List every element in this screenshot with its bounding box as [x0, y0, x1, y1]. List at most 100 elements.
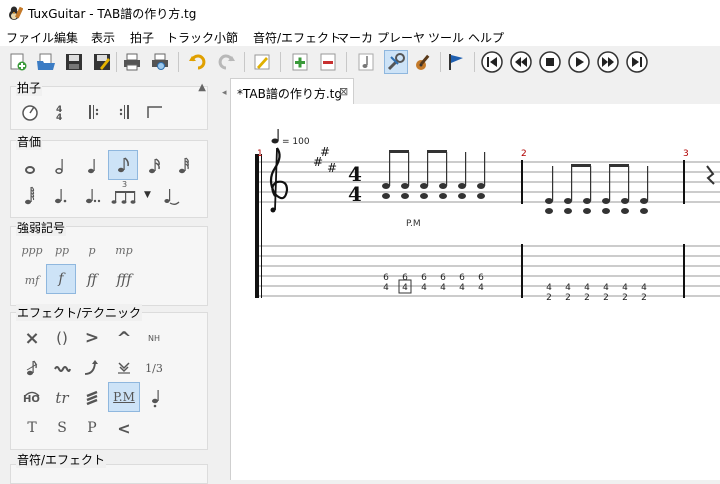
redo-button[interactable] [214, 50, 238, 74]
guitar-button[interactable] [412, 50, 436, 74]
svg-text:4: 4 [56, 113, 62, 122]
eighth-note-button[interactable] [108, 150, 138, 180]
metronome-button[interactable] [16, 98, 44, 126]
tuplet-dropdown-icon[interactable]: ▼ [144, 190, 151, 200]
tremolo-bar-button[interactable] [110, 354, 138, 382]
open-file-button[interactable] [34, 50, 58, 74]
trill-button[interactable]: tr [48, 384, 76, 412]
popping-button[interactable]: P [78, 414, 106, 442]
menu-file[interactable]: ファイル [6, 29, 54, 46]
tab-fret: 4 [546, 283, 552, 293]
score-canvas[interactable]: = 100 # # # 4 4 1 2 3 P.M 6 6 6 6 6 6 4 … [231, 104, 720, 480]
alternate-ending-button[interactable] [140, 98, 168, 126]
remove-track-button[interactable] [316, 50, 340, 74]
beam [427, 150, 447, 153]
menu-player[interactable]: プレーヤ [377, 29, 425, 46]
menu-tools[interactable]: ツール [428, 29, 464, 46]
tuplet-button[interactable]: 3 [108, 180, 144, 210]
save-as-button[interactable] [90, 50, 114, 74]
note-view-button[interactable] [354, 50, 378, 74]
harmonic-button[interactable]: NH [140, 324, 168, 352]
marker-button[interactable] [444, 50, 468, 74]
ghost-note-button[interactable]: () [48, 324, 76, 352]
menu-note-effects[interactable]: 音符/エフェクト [253, 29, 341, 46]
dead-note-button[interactable]: × [18, 324, 46, 352]
dynamic-ff-button[interactable]: ff [78, 266, 106, 294]
dotted-note-button[interactable] [46, 182, 74, 210]
menu-view[interactable]: 表示 [91, 29, 115, 46]
tremolo-picking-button[interactable] [78, 384, 106, 412]
first-button[interactable] [480, 50, 504, 74]
dynamic-pp-button[interactable]: pp [48, 236, 76, 264]
repeat-close-button[interactable] [110, 98, 138, 126]
heavy-accent-button[interactable]: ^ [110, 324, 138, 352]
time-signature-button[interactable]: 44 [46, 98, 74, 126]
sharp-icon: # [327, 161, 337, 175]
new-file-button[interactable] [6, 50, 30, 74]
sixteenth-note-icon [149, 158, 160, 174]
thirty-second-note-button[interactable] [170, 152, 198, 180]
slapping-button[interactable]: S [48, 414, 76, 442]
tapping-button[interactable]: T [18, 414, 46, 442]
save-button[interactable] [62, 50, 86, 74]
tab-fret: 6 [459, 273, 465, 283]
last-button[interactable] [625, 50, 649, 74]
staccato-button[interactable] [142, 384, 170, 412]
print-button[interactable] [120, 50, 144, 74]
sixteenth-note-button[interactable] [140, 152, 168, 180]
sixty-fourth-note-button[interactable] [16, 182, 44, 210]
bend-button[interactable] [78, 354, 106, 382]
score-editor[interactable]: = 100 # # # 4 4 1 2 3 P.M 6 6 6 6 6 6 4 … [230, 104, 720, 480]
fade-in-button[interactable]: < [110, 414, 138, 442]
hammer-on-button[interactable]: HO [18, 384, 46, 412]
half-note-button[interactable] [46, 152, 74, 180]
quarter-note-button[interactable] [78, 152, 106, 180]
accent-button[interactable]: > [78, 324, 106, 352]
dynamic-fff-button[interactable]: fff [110, 266, 138, 294]
document-tab[interactable]: *TAB譜の作り方.tg ⊠ [230, 78, 354, 104]
slide-button[interactable]: 1/3 [140, 354, 168, 382]
note-head [564, 198, 572, 204]
whole-note-button[interactable] [16, 152, 44, 180]
dynamic-p-button[interactable]: p [78, 236, 106, 264]
vibrato-button[interactable] [48, 354, 76, 382]
panel-splitter[interactable]: ◂ [222, 78, 230, 480]
menu-measure[interactable]: 小節 [214, 29, 238, 46]
edit-mode-button[interactable] [250, 50, 274, 74]
menu-time[interactable]: 拍子 [130, 29, 154, 46]
dynamic-ppp-button[interactable]: ppp [18, 236, 46, 264]
previous-button[interactable] [509, 50, 533, 74]
sharp-icon: # [320, 145, 330, 159]
tab-fret: 6 [402, 273, 408, 283]
dynamic-mf-button[interactable]: mf [18, 266, 46, 294]
menu-marker[interactable]: マーカ [337, 29, 373, 46]
note-head [545, 198, 553, 204]
note-head [439, 193, 447, 199]
collapse-icon[interactable]: ▲ [198, 82, 206, 93]
print-preview-button[interactable] [148, 50, 172, 74]
grace-note-button[interactable] [18, 354, 46, 382]
menu-track[interactable]: トラック [166, 29, 214, 46]
duration-group-title: 音価 [16, 133, 43, 150]
dynamic-mp-button[interactable]: mp [110, 236, 138, 264]
add-track-icon [292, 53, 308, 71]
tie-note-button[interactable] [158, 182, 186, 210]
play-button[interactable] [567, 50, 591, 74]
menu-edit[interactable]: 編集 [54, 29, 78, 46]
next-button[interactable] [596, 50, 620, 74]
staccato-icon [152, 390, 159, 408]
quarter-note-icon [88, 159, 95, 174]
splitter-arrow-icon[interactable]: ◂ [222, 88, 227, 98]
dynamic-f-button[interactable]: f [46, 264, 76, 294]
close-icon[interactable]: ⊠ [339, 85, 348, 98]
palm-mute-button[interactable]: P.M [108, 382, 140, 412]
stop-button[interactable] [538, 50, 562, 74]
menu-help[interactable]: ヘルプ [468, 29, 504, 46]
undo-button[interactable] [186, 50, 210, 74]
settings-button[interactable] [384, 50, 408, 74]
dynamic-ppp-label: ppp [21, 243, 43, 257]
add-track-button[interactable] [288, 50, 312, 74]
double-dotted-note-button[interactable] [78, 182, 106, 210]
repeat-open-button[interactable] [80, 98, 108, 126]
tempo-note-head [271, 138, 279, 144]
